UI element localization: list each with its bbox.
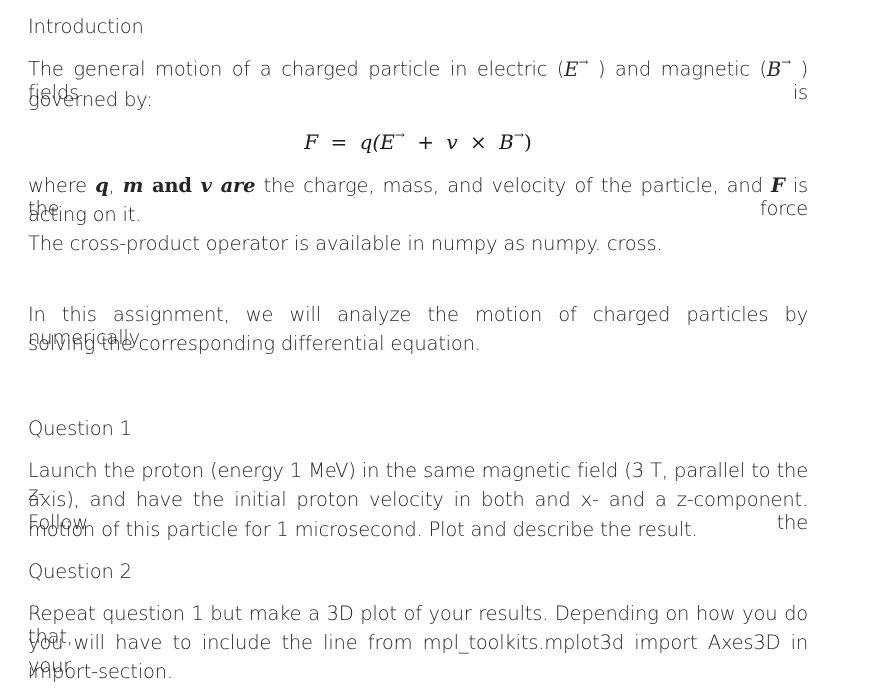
eq-plus: +	[417, 130, 435, 154]
eq-equals: =	[330, 130, 348, 154]
question-2-line-3: import-section.	[28, 660, 173, 683]
eq-close: )	[523, 130, 532, 154]
intro-paragraph-1-line-2: governed by:	[28, 88, 153, 111]
electric-field-symbol: E→	[564, 55, 589, 81]
eq-q: q(	[359, 130, 381, 154]
eq-times: ×	[470, 130, 487, 154]
intro-paragraph-2-line-2: acting on it.	[28, 203, 142, 226]
intro-paragraph-3: The cross-product operator is available …	[28, 232, 663, 255]
symbol-F: F	[770, 174, 785, 197]
question-1-line-3: motion of this particle for 1 microsecon…	[28, 518, 698, 541]
question-1-heading: Question 1	[28, 417, 132, 440]
lorentz-force-equation: F = q(E→ + v × B→)	[28, 128, 808, 154]
text: ) and magnetic (	[588, 57, 767, 81]
symbol-q: q	[95, 174, 109, 197]
intro-heading: Introduction	[28, 15, 144, 38]
symbol-v: v	[200, 174, 212, 197]
intro-paragraph-2-line-1: where q, m and v are the charge, mass, a…	[28, 174, 809, 220]
text: The general motion of a charged particle…	[28, 57, 565, 81]
question-2-heading: Question 2	[28, 560, 132, 583]
eq-E: E→	[380, 128, 405, 154]
eq-v: v	[446, 130, 458, 154]
intro-paragraph-4-line-2: solving the corresponding differential e…	[28, 332, 481, 355]
eq-F: F	[304, 130, 319, 154]
eq-B: B→	[499, 128, 524, 154]
magnetic-field-symbol: B→	[766, 55, 791, 81]
symbol-m: m	[122, 174, 144, 197]
